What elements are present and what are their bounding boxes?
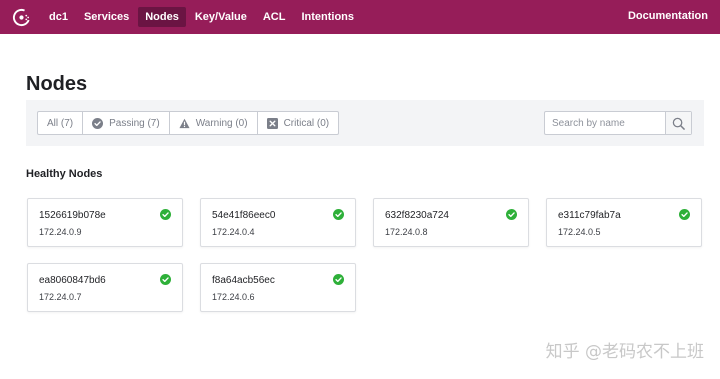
passing-check-icon [333, 274, 344, 285]
filter-passing-label: Passing (7) [109, 117, 160, 129]
passing-check-icon [160, 209, 171, 220]
node-name: f8a64acb56ec [212, 275, 275, 286]
node-card[interactable]: 1526619b078e 172.24.0.9 [27, 198, 183, 247]
documentation-link[interactable]: Documentation [628, 10, 708, 22]
node-card[interactable]: 54e41f86eec0 172.24.0.4 [200, 198, 356, 247]
filter-warning-label: Warning (0) [195, 117, 248, 129]
node-card[interactable]: 632f8230a724 172.24.0.8 [373, 198, 529, 247]
filter-warning-button[interactable]: Warning (0) [170, 112, 258, 134]
node-name: 54e41f86eec0 [212, 210, 276, 221]
node-name: 632f8230a724 [385, 210, 449, 221]
passing-check-icon [506, 209, 517, 220]
filter-passing-button[interactable]: Passing (7) [83, 112, 170, 134]
node-card[interactable]: f8a64acb56ec 172.24.0.6 [200, 263, 356, 312]
node-card[interactable]: e311c79fab7a 172.24.0.5 [546, 198, 702, 247]
search-button[interactable] [665, 112, 691, 134]
nav-item-acl[interactable]: ACL [256, 7, 293, 27]
passing-check-icon [333, 209, 344, 220]
search-box [544, 111, 692, 135]
node-address: 172.24.0.4 [212, 227, 255, 237]
node-address: 172.24.0.7 [39, 292, 82, 302]
healthy-nodes-heading: Healthy Nodes [26, 168, 103, 180]
node-address: 172.24.0.5 [558, 227, 601, 237]
search-input[interactable] [545, 112, 665, 134]
filter-bar: All (7) Passing (7) Warning (0) Critical… [26, 100, 704, 146]
node-address: 172.24.0.6 [212, 292, 255, 302]
node-name: 1526619b078e [39, 210, 106, 221]
page-title: Nodes [26, 73, 88, 95]
health-filter-group: All (7) Passing (7) Warning (0) Critical… [37, 111, 340, 135]
nav-item-intentions[interactable]: Intentions [294, 7, 361, 27]
datacenter-selector[interactable]: dc1 [42, 7, 75, 27]
x-square-icon [266, 117, 278, 129]
nav-menu: dc1 Services Nodes Key/Value ACL Intenti… [42, 0, 363, 34]
node-address: 172.24.0.9 [39, 227, 82, 237]
passing-check-icon [679, 209, 690, 220]
nav-item-services[interactable]: Services [77, 7, 136, 27]
nav-item-key-value[interactable]: Key/Value [188, 7, 254, 27]
filter-critical-label: Critical (0) [283, 117, 330, 129]
node-name: e311c79fab7a [558, 210, 621, 221]
search-icon [672, 117, 685, 130]
filter-critical-button[interactable]: Critical (0) [258, 112, 339, 134]
top-nav: dc1 Services Nodes Key/Value ACL Intenti… [0, 0, 720, 34]
node-address: 172.24.0.8 [385, 227, 428, 237]
filter-all-button[interactable]: All (7) [38, 112, 84, 134]
watermark: 知乎 @老码农不上班 [545, 342, 704, 362]
passing-check-icon [160, 274, 171, 285]
check-circle-icon [92, 117, 104, 129]
node-name: ea8060847bd6 [39, 275, 106, 286]
consul-logo-icon[interactable] [12, 8, 31, 27]
filter-all-label: All (7) [47, 117, 74, 129]
nav-item-nodes[interactable]: Nodes [138, 7, 186, 27]
warning-triangle-icon [179, 118, 190, 129]
node-card[interactable]: ea8060847bd6 172.24.0.7 [27, 263, 183, 312]
